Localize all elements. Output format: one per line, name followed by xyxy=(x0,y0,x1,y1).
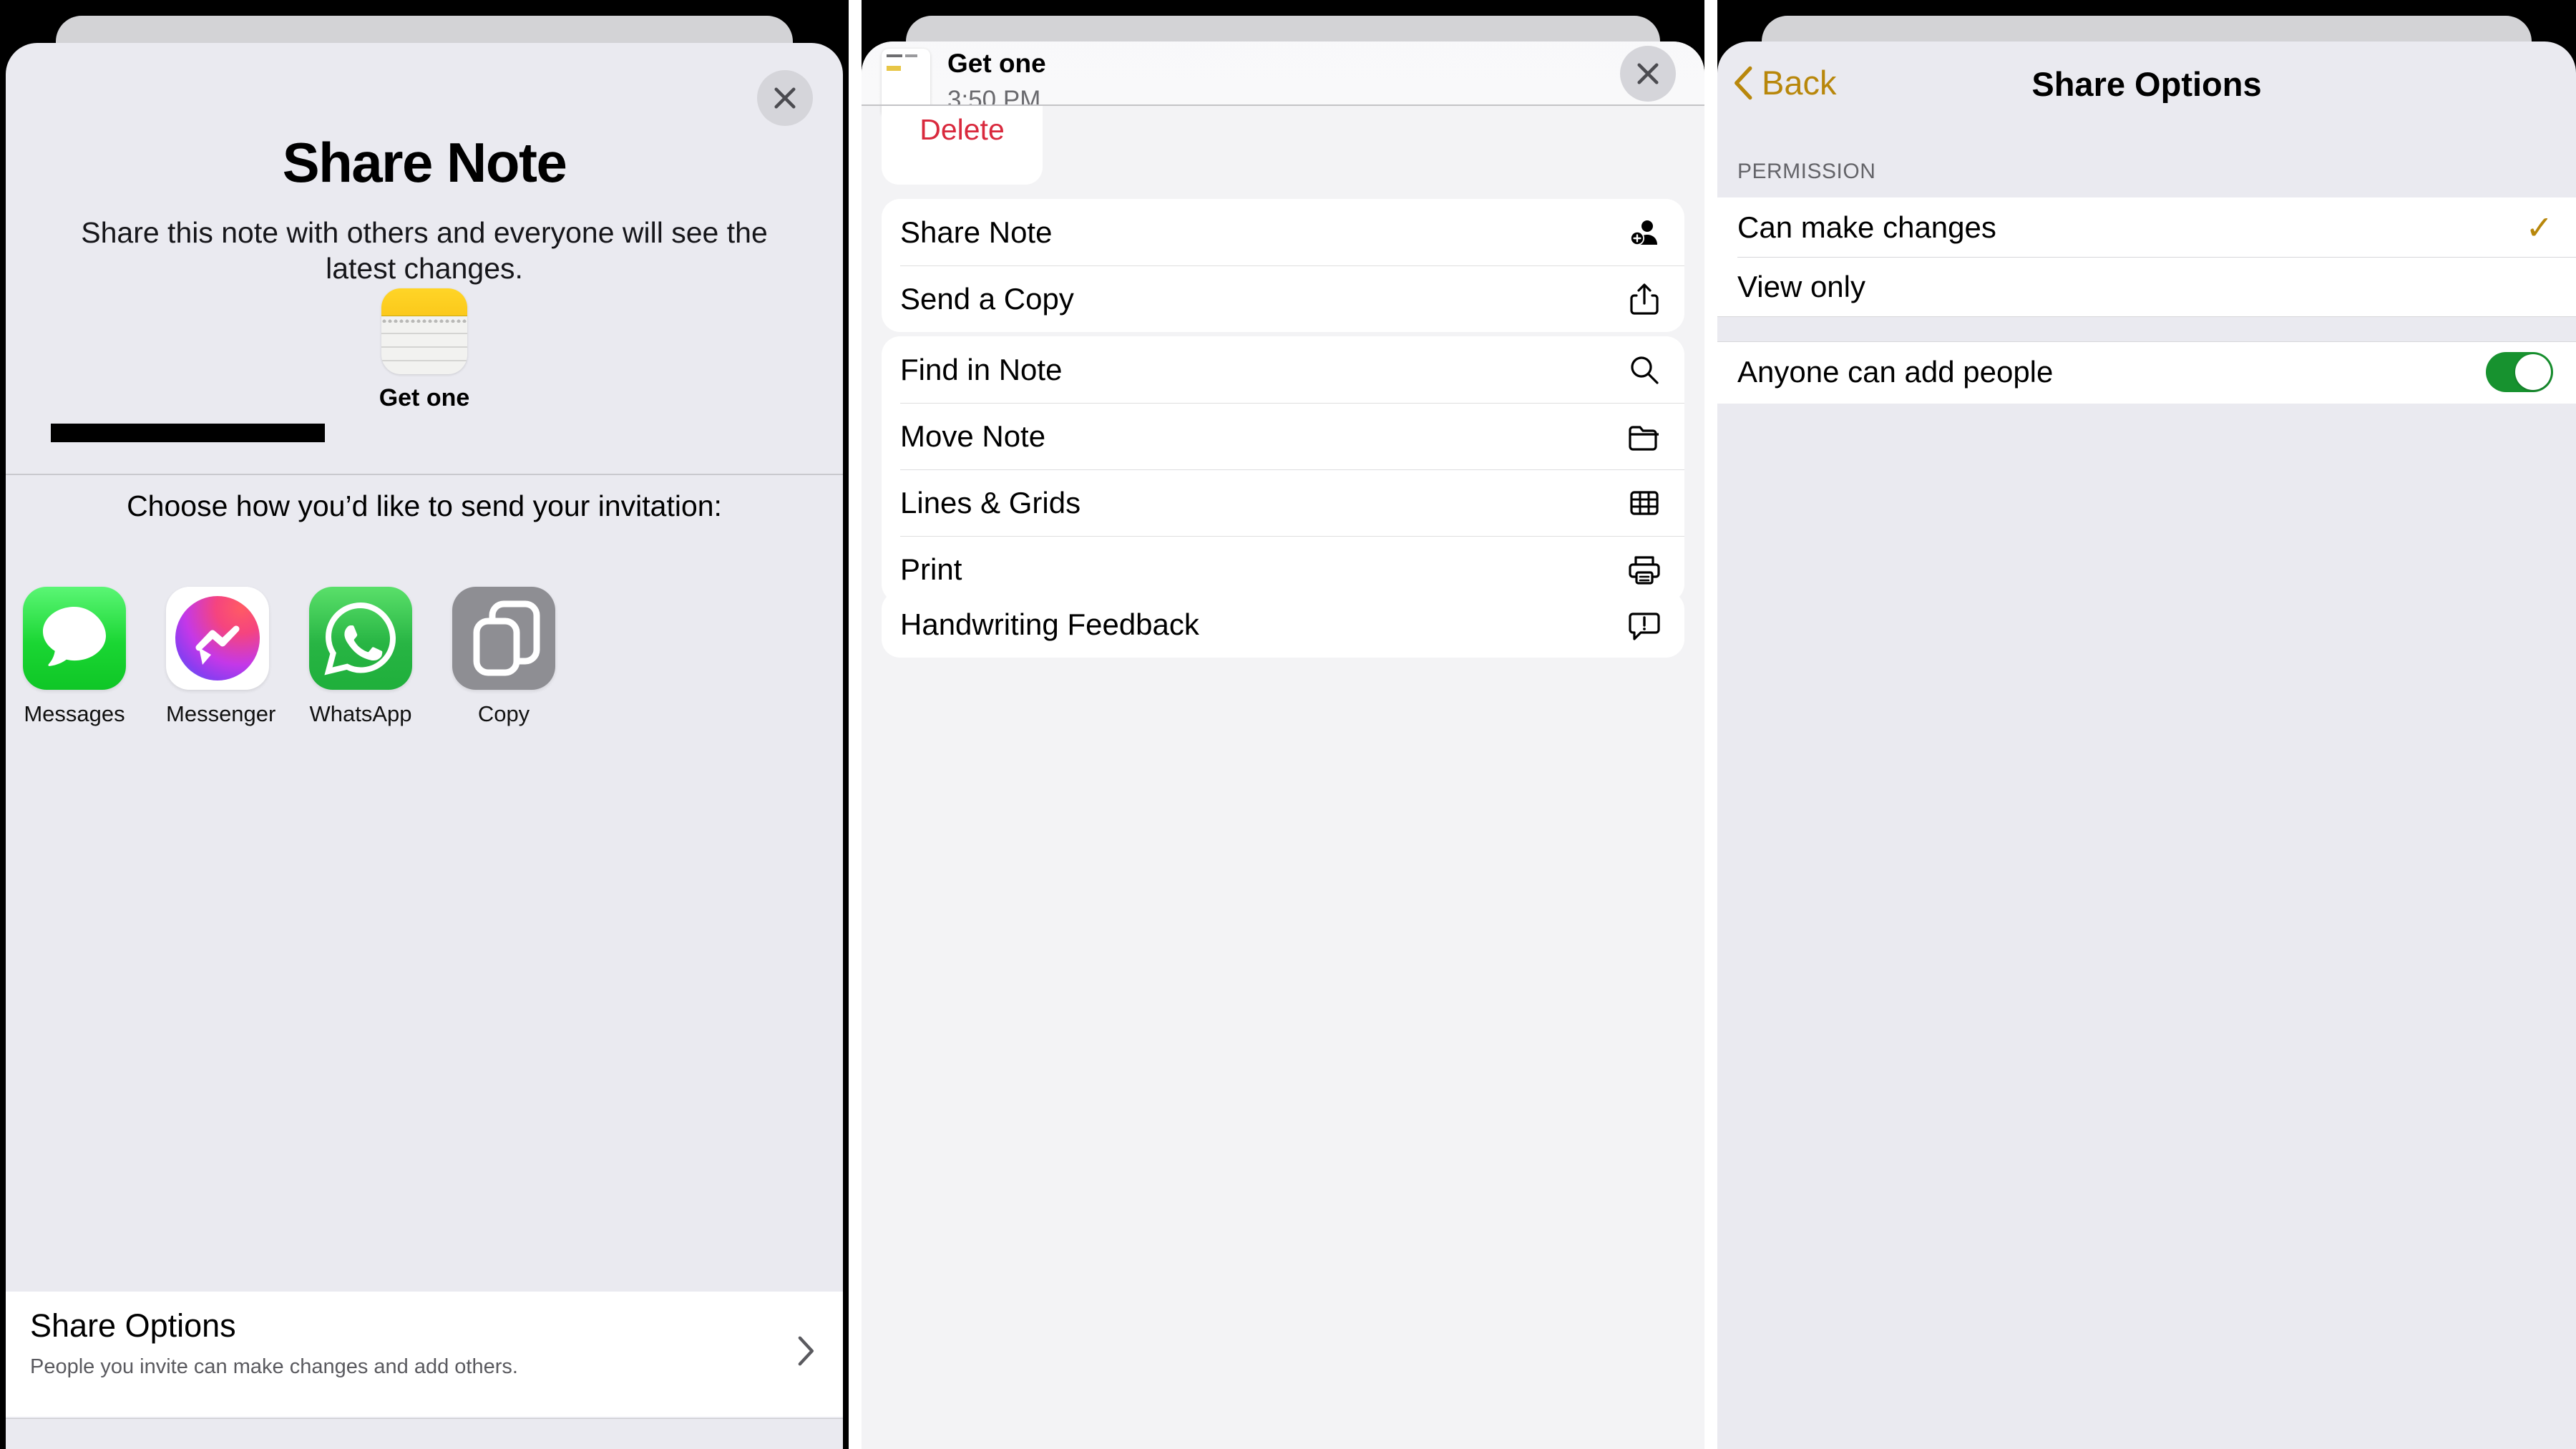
menu-item-send-a-copy[interactable]: Send a Copy xyxy=(882,265,1684,332)
person-badge-plus-icon xyxy=(1626,214,1663,251)
notes-icon-header xyxy=(381,288,467,316)
menu-item-label: Print xyxy=(900,552,962,586)
sheet-empty-area xyxy=(1717,404,2576,1449)
thumbnail-text-mark xyxy=(887,54,902,57)
panel-note-context-menu: Get one 3:50 PM Delete Share Note Send a… xyxy=(862,0,1704,1449)
menu-item-find-in-note[interactable]: Find in Note xyxy=(882,336,1684,403)
share-target-messenger[interactable]: Messenger xyxy=(166,587,276,727)
notes-icon-perforation xyxy=(381,318,467,323)
share-options-row[interactable]: Share Options People you invite can make… xyxy=(6,1292,843,1417)
share-options-sheet: Back Share Options PERMISSION Can make c… xyxy=(1717,42,2576,1449)
close-icon xyxy=(774,87,796,109)
note-menu-header: Get one 3:50 PM xyxy=(862,42,1704,117)
anyone-can-add-people-group: Anyone can add people xyxy=(1717,342,2576,404)
page-title: Share Note xyxy=(282,131,567,194)
menu-item-label: Lines & Grids xyxy=(900,485,1081,519)
menu-group: Find in Note Move Note Lines & Grids Pri… xyxy=(882,336,1684,602)
anyone-can-add-people-toggle[interactable] xyxy=(2486,351,2553,392)
menu-item-label: Move Note xyxy=(900,419,1046,453)
note-menu-sheet: Get one 3:50 PM Delete Share Note Send a… xyxy=(862,42,1704,1449)
permission-row-can-make-changes[interactable]: Can make changes ✓ xyxy=(1717,197,2576,257)
messenger-app-icon xyxy=(166,587,269,690)
toggle-knob xyxy=(2515,353,2551,390)
notes-icon-rule xyxy=(381,333,467,334)
share-target-label: Copy xyxy=(477,701,530,726)
menu-item-label: Find in Note xyxy=(900,352,1063,386)
messages-app-icon xyxy=(23,587,126,690)
note-title: Get one xyxy=(947,49,1046,78)
toggle-row-anyone-can-add-people[interactable]: Anyone can add people xyxy=(1717,342,2576,401)
nav-title: Share Options xyxy=(2031,65,2262,103)
redaction-bar xyxy=(51,424,325,442)
toggle-row-label: Anyone can add people xyxy=(1737,354,2054,389)
share-targets-row: Messages Messenger WhatsApp Copy xyxy=(23,587,843,727)
share-note-sheet: Share Note Share this note with others a… xyxy=(6,43,843,1449)
note-name: Get one xyxy=(379,384,470,411)
menu-item-label: Handwriting Feedback xyxy=(900,607,1199,641)
notes-icon-rule xyxy=(381,360,467,361)
divider xyxy=(6,474,843,475)
menu-item-label: Share Note xyxy=(900,215,1053,249)
share-target-label: Messenger xyxy=(166,701,276,726)
panel-share-note-sheet: Share Note Share this note with others a… xyxy=(0,0,849,1449)
menu-group: Handwriting Feedback xyxy=(882,591,1684,658)
share-options-title: Share Options xyxy=(30,1307,236,1344)
copy-icon xyxy=(452,587,555,690)
thumbnail-highlight-mark xyxy=(887,66,901,71)
folder-icon xyxy=(1626,418,1663,455)
speech-bubble-exclamation-icon xyxy=(1626,606,1663,643)
share-target-messages[interactable]: Messages xyxy=(23,587,126,727)
notes-icon-rule xyxy=(381,346,467,348)
close-icon xyxy=(1637,63,1659,84)
share-up-arrow-icon xyxy=(1626,280,1663,318)
delete-button[interactable]: Delete xyxy=(882,106,1043,185)
menu-item-label: Send a Copy xyxy=(900,281,1074,316)
section-header-permission: PERMISSION xyxy=(1737,160,1876,183)
grid-icon xyxy=(1626,484,1663,522)
menu-group: Share Note Send a Copy xyxy=(882,199,1684,332)
chevron-right-icon xyxy=(797,1335,816,1371)
share-target-whatsapp[interactable]: WhatsApp xyxy=(309,587,412,727)
close-button[interactable] xyxy=(757,70,813,126)
sheet-bottom-strip xyxy=(6,1418,843,1449)
menu-item-move-note[interactable]: Move Note xyxy=(882,403,1684,469)
share-target-label: WhatsApp xyxy=(309,701,412,726)
menu-item-share-note[interactable]: Share Note xyxy=(882,199,1684,265)
printer-icon xyxy=(1626,551,1663,588)
permission-row-view-only[interactable]: View only xyxy=(1717,257,2576,316)
panel-share-options: Back Share Options PERMISSION Can make c… xyxy=(1717,0,2576,1449)
thumbnail-text-mark xyxy=(905,54,917,57)
page-subtitle: Share this note with others and everyone… xyxy=(81,216,768,286)
magnifying-glass-icon xyxy=(1626,351,1663,389)
choose-prompt: Choose how you’d like to send your invit… xyxy=(127,489,722,522)
permission-row-label: Can make changes xyxy=(1737,210,1996,244)
share-options-subtitle: People you invite can make changes and a… xyxy=(30,1355,518,1378)
permission-group: Can make changes ✓ View only xyxy=(1717,197,2576,316)
share-target-copy[interactable]: Copy xyxy=(452,587,555,727)
navigation-bar: Back Share Options xyxy=(1717,42,2576,127)
permission-row-label: View only xyxy=(1737,269,1865,303)
menu-item-lines-and-grids[interactable]: Lines & Grids xyxy=(882,469,1684,536)
screenshot-triptych: Share Note Share this note with others a… xyxy=(0,0,2576,1449)
whatsapp-app-icon xyxy=(309,587,412,690)
checkmark-icon: ✓ xyxy=(2525,208,2553,246)
notes-app-icon xyxy=(381,288,467,374)
close-button[interactable] xyxy=(1620,46,1676,102)
menu-item-handwriting-feedback[interactable]: Handwriting Feedback xyxy=(882,591,1684,658)
section-gap xyxy=(1717,316,2576,342)
share-target-label: Messages xyxy=(24,701,125,726)
